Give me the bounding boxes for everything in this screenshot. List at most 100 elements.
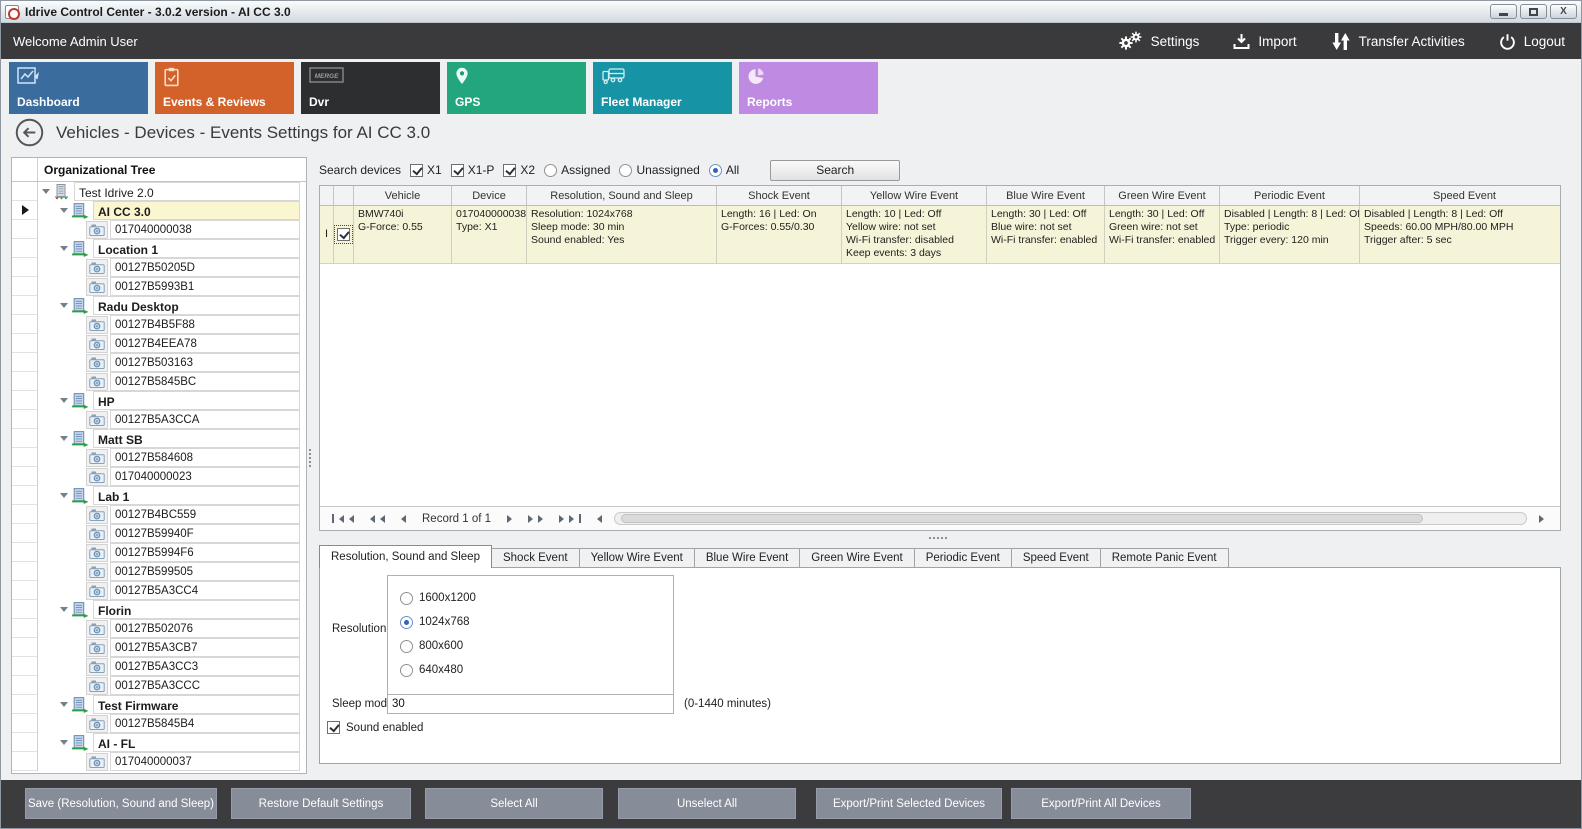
nav-tile-fleet-manager[interactable]: Fleet Manager	[593, 62, 732, 114]
tree-node-matt-sb[interactable]: Matt SB	[12, 429, 306, 448]
last-record-button[interactable]	[559, 514, 581, 523]
prev-record-button[interactable]	[397, 515, 406, 523]
filter-radio-assigned[interactable]: Assigned	[544, 163, 610, 177]
nav-tile-events-reviews[interactable]: Events & Reviews	[155, 62, 294, 114]
tab-shock-event[interactable]: Shock Event	[491, 548, 580, 568]
close-button[interactable]: X	[1550, 4, 1577, 19]
tab-resolution-sound-and-sleep[interactable]: Resolution, Sound and Sleep	[319, 545, 492, 568]
device-type-checkbox-x1-p[interactable]: X1-P	[451, 163, 495, 177]
scroll-right-button[interactable]	[1539, 515, 1548, 523]
column-header-green-wire-event[interactable]: Green Wire Event	[1105, 186, 1220, 205]
nav-tile-dashboard[interactable]: Dashboard	[9, 62, 148, 114]
tree-device-00127b5993b1[interactable]: 00127B5993B1	[12, 277, 306, 296]
unselect-all-button[interactable]: Unselect All	[618, 788, 796, 819]
tree-device-00127b5845bc[interactable]: 00127B5845BC	[12, 372, 306, 391]
prev-page-button[interactable]	[366, 515, 385, 523]
tab-remote-panic-event[interactable]: Remote Panic Event	[1100, 548, 1229, 568]
device-type-checkbox-x2[interactable]: X2	[503, 163, 535, 177]
column-header-speed-event[interactable]: Speed Event	[1360, 186, 1561, 205]
export-print-all-devices-button[interactable]: Export/Print All Devices	[1011, 788, 1191, 819]
tab-green-wire-event[interactable]: Green Wire Event	[799, 548, 914, 568]
expand-arrow-icon[interactable]	[60, 303, 68, 312]
back-button[interactable]	[15, 118, 44, 147]
column-header-shock-event[interactable]: Shock Event	[717, 186, 842, 205]
topbar-action-transfer-activities[interactable]: Transfer Activities	[1331, 32, 1465, 51]
nav-tile-gps[interactable]: GPS	[447, 62, 586, 114]
tree-device-00127b4b5f88[interactable]: 00127B4B5F88	[12, 315, 306, 334]
tree-device-00127b5a3cc4[interactable]: 00127B5A3CC4	[12, 581, 306, 600]
expand-arrow-icon[interactable]	[60, 702, 68, 711]
column-header-device[interactable]: Device	[452, 186, 527, 205]
tree-device-017040000023[interactable]: 017040000023	[12, 467, 306, 486]
column-header-periodic-event[interactable]: Periodic Event	[1220, 186, 1360, 205]
resolution-option-1024x768[interactable]: 1024x768	[400, 610, 673, 634]
tree-node-radu-desktop[interactable]: Radu Desktop	[12, 296, 306, 315]
topbar-action-logout[interactable]: Logout	[1499, 33, 1565, 50]
column-header-blue-wire-event[interactable]: Blue Wire Event	[987, 186, 1105, 205]
tree-device-00127b5994f6[interactable]: 00127B5994F6	[12, 543, 306, 562]
tree-device-017040000037[interactable]: 017040000037	[12, 752, 306, 771]
topbar-action-settings[interactable]: Settings	[1118, 31, 1200, 51]
tree-node-test-firmware[interactable]: Test Firmware	[12, 695, 306, 714]
expand-arrow-icon[interactable]	[60, 398, 68, 407]
tab-speed-event[interactable]: Speed Event	[1011, 548, 1101, 568]
tree-device-00127b502076[interactable]: 00127B502076	[12, 619, 306, 638]
expand-arrow-icon[interactable]	[60, 246, 68, 255]
expand-arrow-icon[interactable]	[60, 493, 68, 502]
resolution-option-800x600[interactable]: 800x600	[400, 634, 673, 658]
expand-arrow-icon[interactable]	[60, 436, 68, 445]
tree-device-00127b503163[interactable]: 00127B503163	[12, 353, 306, 372]
tree-device-00127b5a3cb7[interactable]: 00127B5A3CB7	[12, 638, 306, 657]
nav-tile-dvr[interactable]: MERGEDvr	[301, 62, 440, 114]
resolution-option-640x480[interactable]: 640x480	[400, 658, 673, 682]
device-type-checkbox-x1[interactable]: X1	[410, 163, 442, 177]
scrollbar-thumb[interactable]	[621, 514, 1423, 523]
tree-node-hp[interactable]: HP	[12, 391, 306, 410]
first-record-button[interactable]	[332, 514, 354, 523]
horizontal-scrollbar[interactable]	[614, 512, 1527, 525]
maximize-button[interactable]	[1520, 4, 1547, 19]
tree-node-lab-1[interactable]: Lab 1	[12, 486, 306, 505]
grid-data-row[interactable]: IBMW740iG-Force: 0.55017040000038Type: X…	[320, 206, 1560, 264]
tree-device-00127b599505[interactable]: 00127B599505	[12, 562, 306, 581]
tree-device-00127b5a3cc3[interactable]: 00127B5A3CC3	[12, 657, 306, 676]
topbar-action-import[interactable]: Import	[1233, 33, 1296, 50]
grid-splitter-handle[interactable]	[929, 537, 947, 539]
tree-node-test-idrive-2-0[interactable]: Test Idrive 2.0	[12, 182, 306, 201]
resolution-option-1600x1200[interactable]: 1600x1200	[400, 586, 673, 610]
tree-node-ai-cc-3-0[interactable]: AI CC 3.0	[12, 201, 306, 220]
row-select-checkbox[interactable]	[334, 206, 354, 263]
sound-enabled-checkbox[interactable]: Sound enabled	[327, 721, 423, 734]
tree-device-017040000038[interactable]: 017040000038	[12, 220, 306, 239]
search-button[interactable]: Search	[770, 160, 900, 181]
sleep-mode-input[interactable]	[387, 694, 674, 714]
filter-radio-all[interactable]: All	[709, 163, 739, 177]
tab-yellow-wire-event[interactable]: Yellow Wire Event	[579, 548, 695, 568]
filter-radio-unassigned[interactable]: Unassigned	[619, 163, 699, 177]
column-header-vehicle[interactable]: Vehicle	[354, 186, 452, 205]
minimize-button[interactable]	[1490, 4, 1517, 19]
expand-arrow-icon[interactable]	[42, 189, 50, 198]
tree-node-location-1[interactable]: Location 1	[12, 239, 306, 258]
select-all-button[interactable]: Select All	[425, 788, 603, 819]
expand-arrow-icon[interactable]	[60, 607, 68, 616]
expand-arrow-icon[interactable]	[60, 740, 68, 749]
next-record-button[interactable]	[507, 515, 516, 523]
column-header-resolution-sound-and-sleep[interactable]: Resolution, Sound and Sleep	[527, 186, 717, 205]
tree-device-00127b5a3ccc[interactable]: 00127B5A3CCC	[12, 676, 306, 695]
tree-device-00127b5a3cca[interactable]: 00127B5A3CCA	[12, 410, 306, 429]
tab-blue-wire-event[interactable]: Blue Wire Event	[694, 548, 800, 568]
tree-device-00127b59940f[interactable]: 00127B59940F	[12, 524, 306, 543]
next-page-button[interactable]	[528, 515, 547, 523]
export-print-selected-devices-button[interactable]: Export/Print Selected Devices	[816, 788, 1002, 819]
tree-device-00127b5845b4[interactable]: 00127B5845B4	[12, 714, 306, 733]
tree-device-00127b50205d[interactable]: 00127B50205D	[12, 258, 306, 277]
scroll-left-button[interactable]	[593, 515, 602, 523]
tree-device-00127b4eea78[interactable]: 00127B4EEA78	[12, 334, 306, 353]
tree-node-ai-fl[interactable]: AI - FL	[12, 733, 306, 752]
nav-tile-reports[interactable]: Reports	[739, 62, 878, 114]
tree-splitter-handle[interactable]	[309, 449, 311, 467]
tab-periodic-event[interactable]: Periodic Event	[914, 548, 1012, 568]
expand-arrow-icon[interactable]	[60, 208, 68, 217]
restore-default-settings-button[interactable]: Restore Default Settings	[231, 788, 411, 819]
